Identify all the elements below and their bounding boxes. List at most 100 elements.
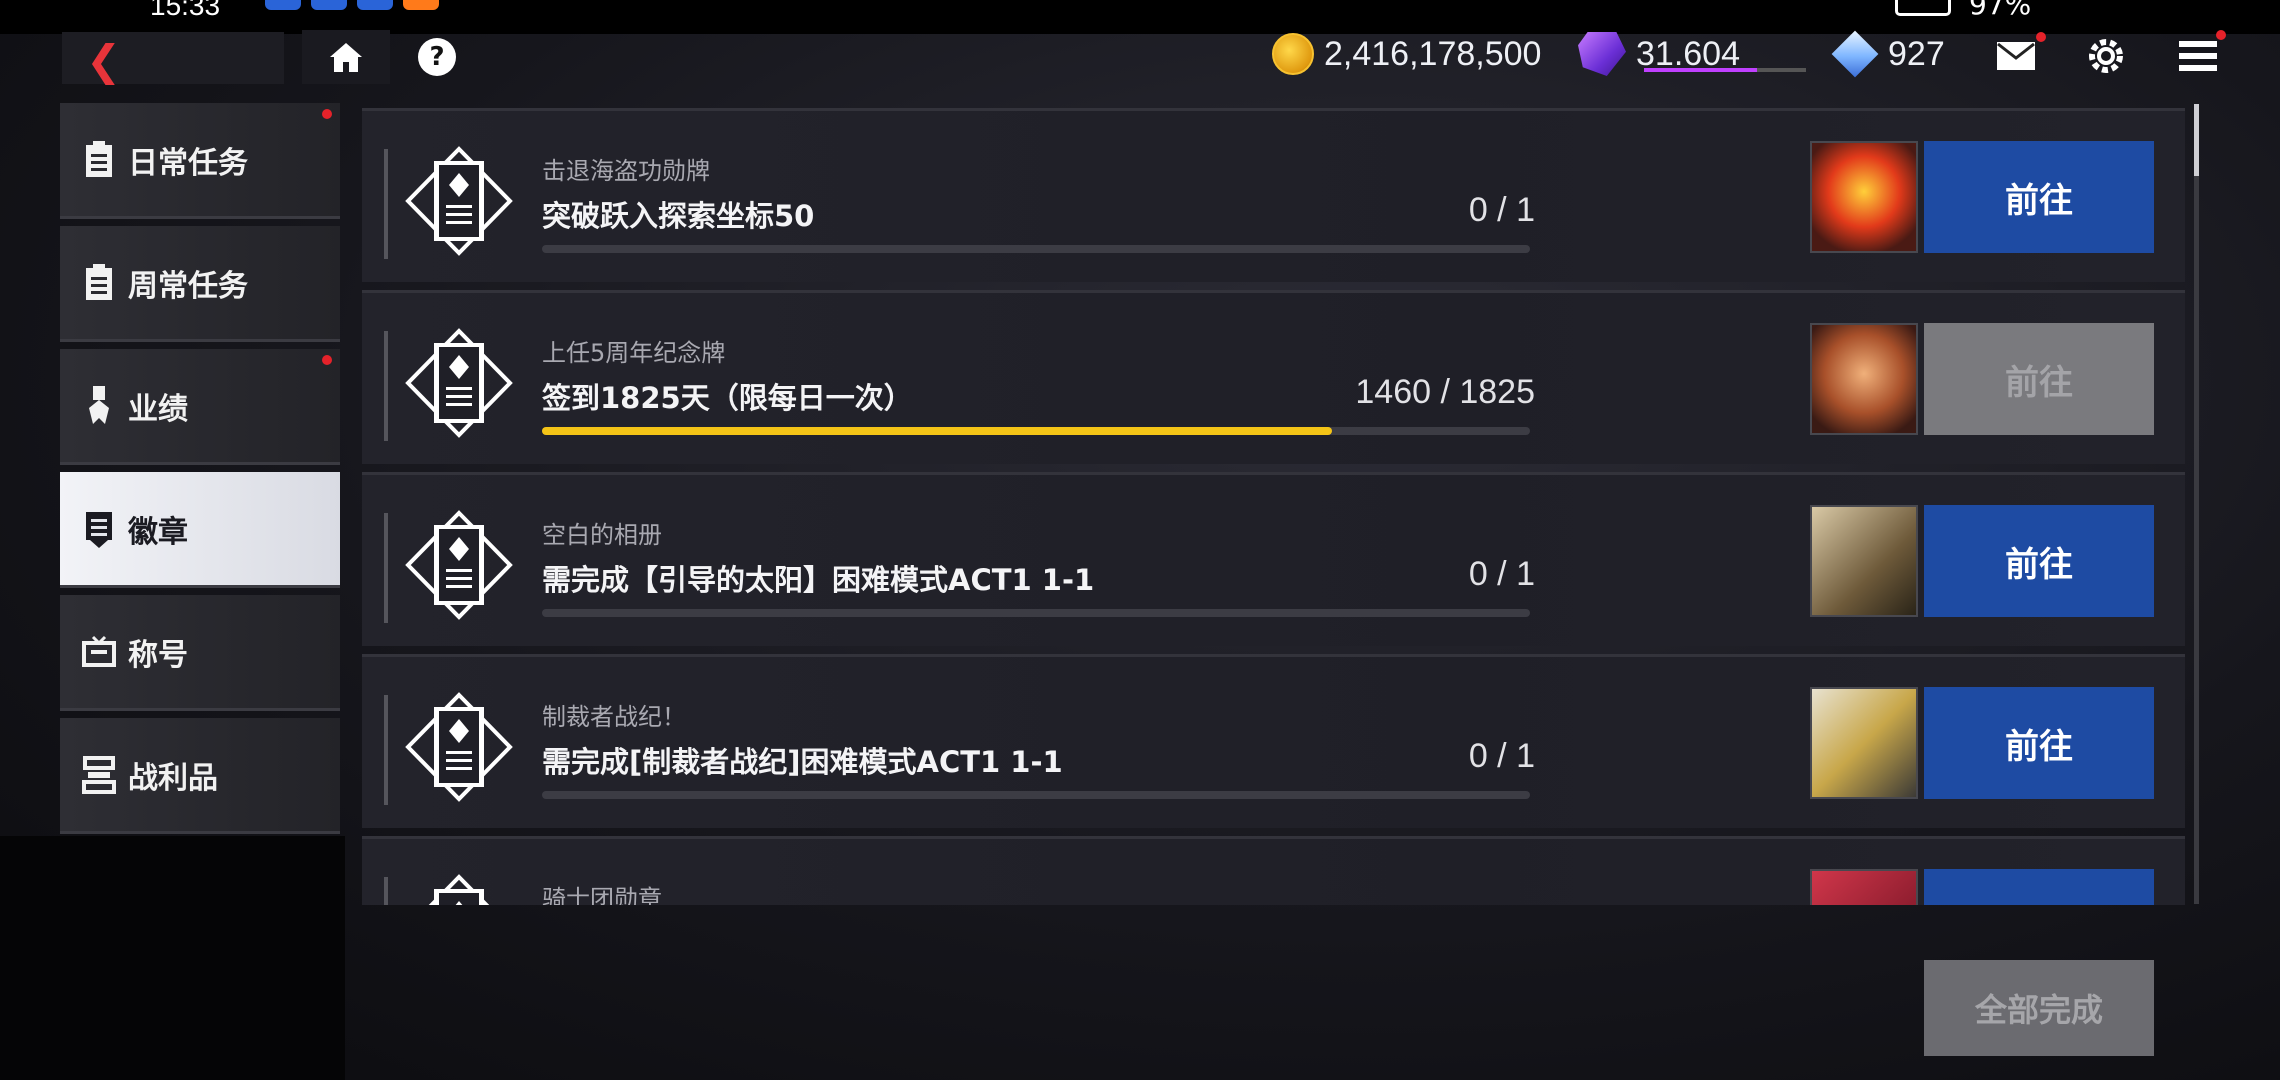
task-progress-bar xyxy=(542,427,1530,435)
game-screen: 15:33 97% ❮ ? 2,416,178,500 31.604 927 日… xyxy=(0,0,2280,1080)
task-title: 需完成[制裁者战纪]困难模式ACT1 1-1 xyxy=(542,745,1063,779)
notification-dot xyxy=(2216,30,2226,40)
task-category: 空白的相册 xyxy=(542,521,662,549)
trophy-icon xyxy=(82,755,116,795)
badge-card-icon xyxy=(404,145,514,257)
task-row: 击退海盗功勋牌突破跃入探索坐标50 0 / 1 前往 xyxy=(362,108,2185,282)
task-title: 需完成【引导的太阳】困难模式ACT1 1-1 xyxy=(542,563,1095,597)
battery-icon xyxy=(1895,0,1951,16)
notification-icon xyxy=(403,0,439,10)
mail-button[interactable] xyxy=(1994,32,2046,76)
notification-icon xyxy=(265,0,301,10)
notification-dot xyxy=(2036,32,2046,42)
gem-progress-fill xyxy=(1644,68,1758,72)
row-divider xyxy=(384,695,388,805)
status-system-icons: 97% xyxy=(1895,0,2031,21)
task-row: 制裁者战纪！ 需完成[制裁者战纪]困难模式ACT1 1-1 0 / 1 前往 xyxy=(362,654,2185,828)
task-progress-text: 0 / 1 xyxy=(1468,737,1535,775)
sidebar-item-label: 周常任务 xyxy=(128,268,248,304)
sidebar-item-4[interactable]: 称号 xyxy=(60,595,340,711)
sidebar-item-label: 战利品 xyxy=(128,760,218,796)
badge-card-icon xyxy=(404,327,514,439)
gold-coin-icon xyxy=(1272,33,1314,75)
gear-icon xyxy=(2089,39,2123,73)
home-button[interactable] xyxy=(302,30,390,84)
back-button[interactable]: ❮ xyxy=(62,32,284,85)
badge-card-icon xyxy=(404,873,514,905)
battery-level: 97% xyxy=(1969,0,2032,21)
scrollbar[interactable] xyxy=(2194,104,2199,904)
task-list[interactable]: 击退海盗功勋牌 突破跃入探索坐标50 0 / 1 前往 上任5周年纪念牌 签到1825天（… xyxy=(362,108,2192,905)
task-category: 击退海盗功勋牌 xyxy=(542,157,710,185)
sidebar-item-1[interactable]: 周常任务 xyxy=(60,226,340,342)
gold-currency: 2,416,178,500 xyxy=(1272,28,1541,80)
diamond-currency: 927 xyxy=(1831,28,1945,80)
sidebar-item-5[interactable]: 战利品 xyxy=(60,718,340,834)
gem-progress-bar xyxy=(1644,68,1806,72)
sidebar-footer xyxy=(0,836,345,1080)
badge-icon xyxy=(82,509,116,549)
sidebar-item-0[interactable]: 日常任务 xyxy=(60,103,340,219)
badge-card-icon xyxy=(404,691,514,803)
task-row: 上任5周年纪念牌签到1825天（限每日一次） 1460 / 1825 前往 xyxy=(362,290,2185,464)
home-icon xyxy=(330,43,362,72)
menu-button[interactable] xyxy=(2176,30,2226,76)
task-progress-text: 0 / 1 xyxy=(1468,555,1535,593)
task-title: 签到1825天（限每日一次） xyxy=(542,381,913,415)
purple-gem-icon xyxy=(1578,32,1626,76)
scrollbar-thumb[interactable] xyxy=(2194,104,2199,176)
sidebar-item-label: 徽章 xyxy=(128,514,188,550)
row-divider xyxy=(384,149,388,259)
task-progress-bar xyxy=(542,791,1530,799)
sidebar-item-label: 业绩 xyxy=(128,391,188,427)
go-button[interactable]: 前往 xyxy=(1924,323,2154,435)
task-category: 骑士团勋章 xyxy=(542,885,662,905)
status-time: 15:33 xyxy=(150,0,221,21)
badge-card-icon xyxy=(404,509,514,621)
task-row: 空白的相册需完成【引导的太阳】困难模式ACT1 1-1 0 / 1 前往 xyxy=(362,472,2185,646)
task-row: 骑士团勋章 xyxy=(362,836,2185,905)
notification-dot xyxy=(322,109,332,119)
album-icon[interactable] xyxy=(1810,505,1918,617)
diamond-amount: 927 xyxy=(1888,34,1945,73)
gold-amount: 2,416,178,500 xyxy=(1324,34,1542,73)
gem-currency: 31.604 xyxy=(1578,28,1740,80)
clipboard-icon xyxy=(82,140,116,180)
sidebar-item-label: 日常任务 xyxy=(128,145,248,181)
go-button[interactable]: 前往 xyxy=(1924,687,2154,799)
go-button[interactable]: 前往 xyxy=(1924,505,2154,617)
row-divider xyxy=(384,331,388,441)
pirate-medal-icon[interactable] xyxy=(1810,141,1918,253)
task-progress-fill xyxy=(542,427,1333,435)
sidebar-item-label: 称号 xyxy=(128,637,188,673)
clipboard-icon xyxy=(82,263,116,303)
knight-medal-icon[interactable] xyxy=(1810,869,1918,905)
record-icon[interactable] xyxy=(1810,687,1918,799)
title-icon xyxy=(82,632,116,672)
mail-icon xyxy=(1997,42,2035,70)
notification-icon xyxy=(311,0,347,10)
sidebar-item-3[interactable]: 徽章 xyxy=(60,472,340,588)
complete-all-button[interactable]: 全部完成 xyxy=(1924,960,2154,1056)
task-progress-bar xyxy=(542,245,1530,253)
medal-icon xyxy=(82,385,116,426)
sidebar-item-2[interactable]: 业绩 xyxy=(60,349,340,465)
go-button[interactable] xyxy=(1924,869,2154,905)
diamond-icon xyxy=(1831,30,1879,78)
notification-icon xyxy=(357,0,393,10)
settings-button[interactable] xyxy=(2084,36,2128,76)
task-title: 突破跃入探索坐标50 xyxy=(542,199,815,233)
task-progress-text: 0 / 1 xyxy=(1468,191,1535,229)
task-category: 制裁者战纪！ xyxy=(542,703,686,731)
menu-icon xyxy=(2179,41,2217,71)
row-divider xyxy=(384,877,388,905)
go-button[interactable]: 前往 xyxy=(1924,141,2154,253)
chevron-left-icon: ❮ xyxy=(86,36,122,85)
task-category: 上任5周年纪念牌 xyxy=(542,339,726,367)
notification-dot xyxy=(322,355,332,365)
sidebar: 日常任务周常任务业绩徽章称号战利品 xyxy=(60,103,340,841)
help-button[interactable]: ? xyxy=(418,38,456,76)
task-progress-text: 1460 / 1825 xyxy=(1355,373,1535,411)
status-notification-icons xyxy=(265,0,439,10)
anniversary-medal-icon[interactable] xyxy=(1810,323,1918,435)
